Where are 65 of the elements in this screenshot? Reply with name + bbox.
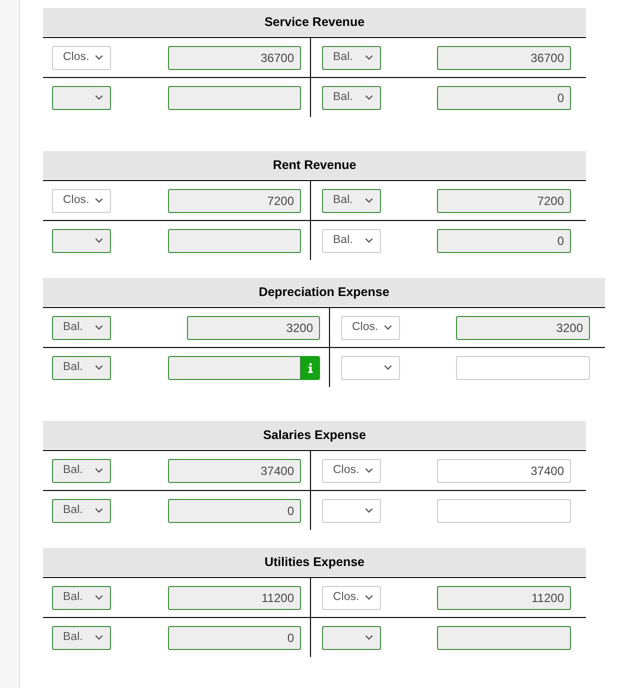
dropdown[interactable]: Clos.: [52, 188, 111, 212]
dropdown[interactable]: Clos.: [322, 586, 381, 610]
chevron-down-icon: [365, 508, 373, 513]
amount-field[interactable]: [437, 498, 571, 522]
chevron-down-icon: [95, 365, 103, 370]
chevron-down-icon: [95, 55, 103, 60]
amount-field[interactable]: 0: [437, 86, 571, 110]
chevron-down-icon: [384, 365, 392, 370]
dropdown[interactable]: Bal.: [52, 458, 111, 482]
amount-field[interactable]: 37400: [168, 458, 301, 482]
amount-field[interactable]: [168, 228, 301, 252]
chevron-down-icon: [95, 635, 103, 640]
amount-field[interactable]: 7200: [168, 188, 301, 212]
amount-field[interactable]: 0: [437, 228, 571, 252]
chevron-down-icon: [384, 325, 392, 330]
amount-field[interactable]: 3200: [187, 316, 320, 340]
chevron-down-icon: [365, 238, 373, 243]
dropdown[interactable]: Bal.: [52, 586, 111, 610]
chevron-down-icon: [95, 508, 103, 513]
dropdown[interactable]: [52, 86, 111, 110]
account-title: Rent Revenue: [43, 151, 586, 179]
dropdown[interactable]: Bal.: [52, 316, 111, 340]
chevron-down-icon: [365, 635, 373, 640]
dropdown[interactable]: Bal.: [322, 86, 381, 110]
info-button[interactable]: [301, 356, 320, 380]
dropdown[interactable]: Bal.: [52, 626, 111, 650]
dropdown[interactable]: Bal.: [322, 188, 381, 212]
chevron-down-icon: [95, 325, 103, 330]
chevron-down-icon: [95, 468, 103, 473]
dropdown[interactable]: Bal.: [322, 228, 381, 252]
chevron-down-icon: [95, 95, 103, 100]
amount-field[interactable]: [168, 356, 301, 380]
amount-field[interactable]: 0: [168, 626, 301, 650]
chevron-down-icon: [365, 55, 373, 60]
amount-field[interactable]: [168, 86, 301, 110]
amount-field[interactable]: [437, 626, 571, 650]
amount-field[interactable]: 3200: [456, 316, 590, 340]
dropdown[interactable]: [322, 626, 381, 650]
amount-field[interactable]: 11200: [168, 586, 301, 610]
chevron-down-icon: [95, 238, 103, 243]
dropdown[interactable]: [52, 228, 111, 252]
chevron-down-icon: [365, 198, 373, 203]
amount-field[interactable]: 36700: [437, 46, 571, 70]
info-icon: [308, 362, 313, 372]
account-title: Depreciation Expense: [43, 278, 605, 306]
dropdown[interactable]: Bal.: [52, 356, 111, 380]
chevron-down-icon: [95, 198, 103, 203]
amount-field[interactable]: 36700: [168, 46, 301, 70]
dropdown[interactable]: Bal.: [52, 498, 111, 522]
account-title: Utilities Expense: [43, 548, 586, 576]
amount-field[interactable]: [456, 356, 590, 380]
dropdown[interactable]: Clos.: [322, 458, 381, 482]
amount-field[interactable]: 11200: [437, 586, 571, 610]
chevron-down-icon: [365, 95, 373, 100]
chevron-down-icon: [95, 595, 103, 600]
amount-field[interactable]: 7200: [437, 188, 571, 212]
chevron-down-icon: [365, 595, 373, 600]
dropdown[interactable]: Clos.: [341, 316, 400, 340]
dropdown[interactable]: Bal.: [322, 46, 381, 70]
account-title: Salaries Expense: [43, 421, 586, 449]
dropdown[interactable]: Clos.: [52, 46, 111, 70]
chevron-down-icon: [365, 468, 373, 473]
account-title: Service Revenue: [43, 8, 586, 36]
amount-field[interactable]: 0: [168, 498, 301, 522]
amount-field[interactable]: 37400: [437, 458, 571, 482]
